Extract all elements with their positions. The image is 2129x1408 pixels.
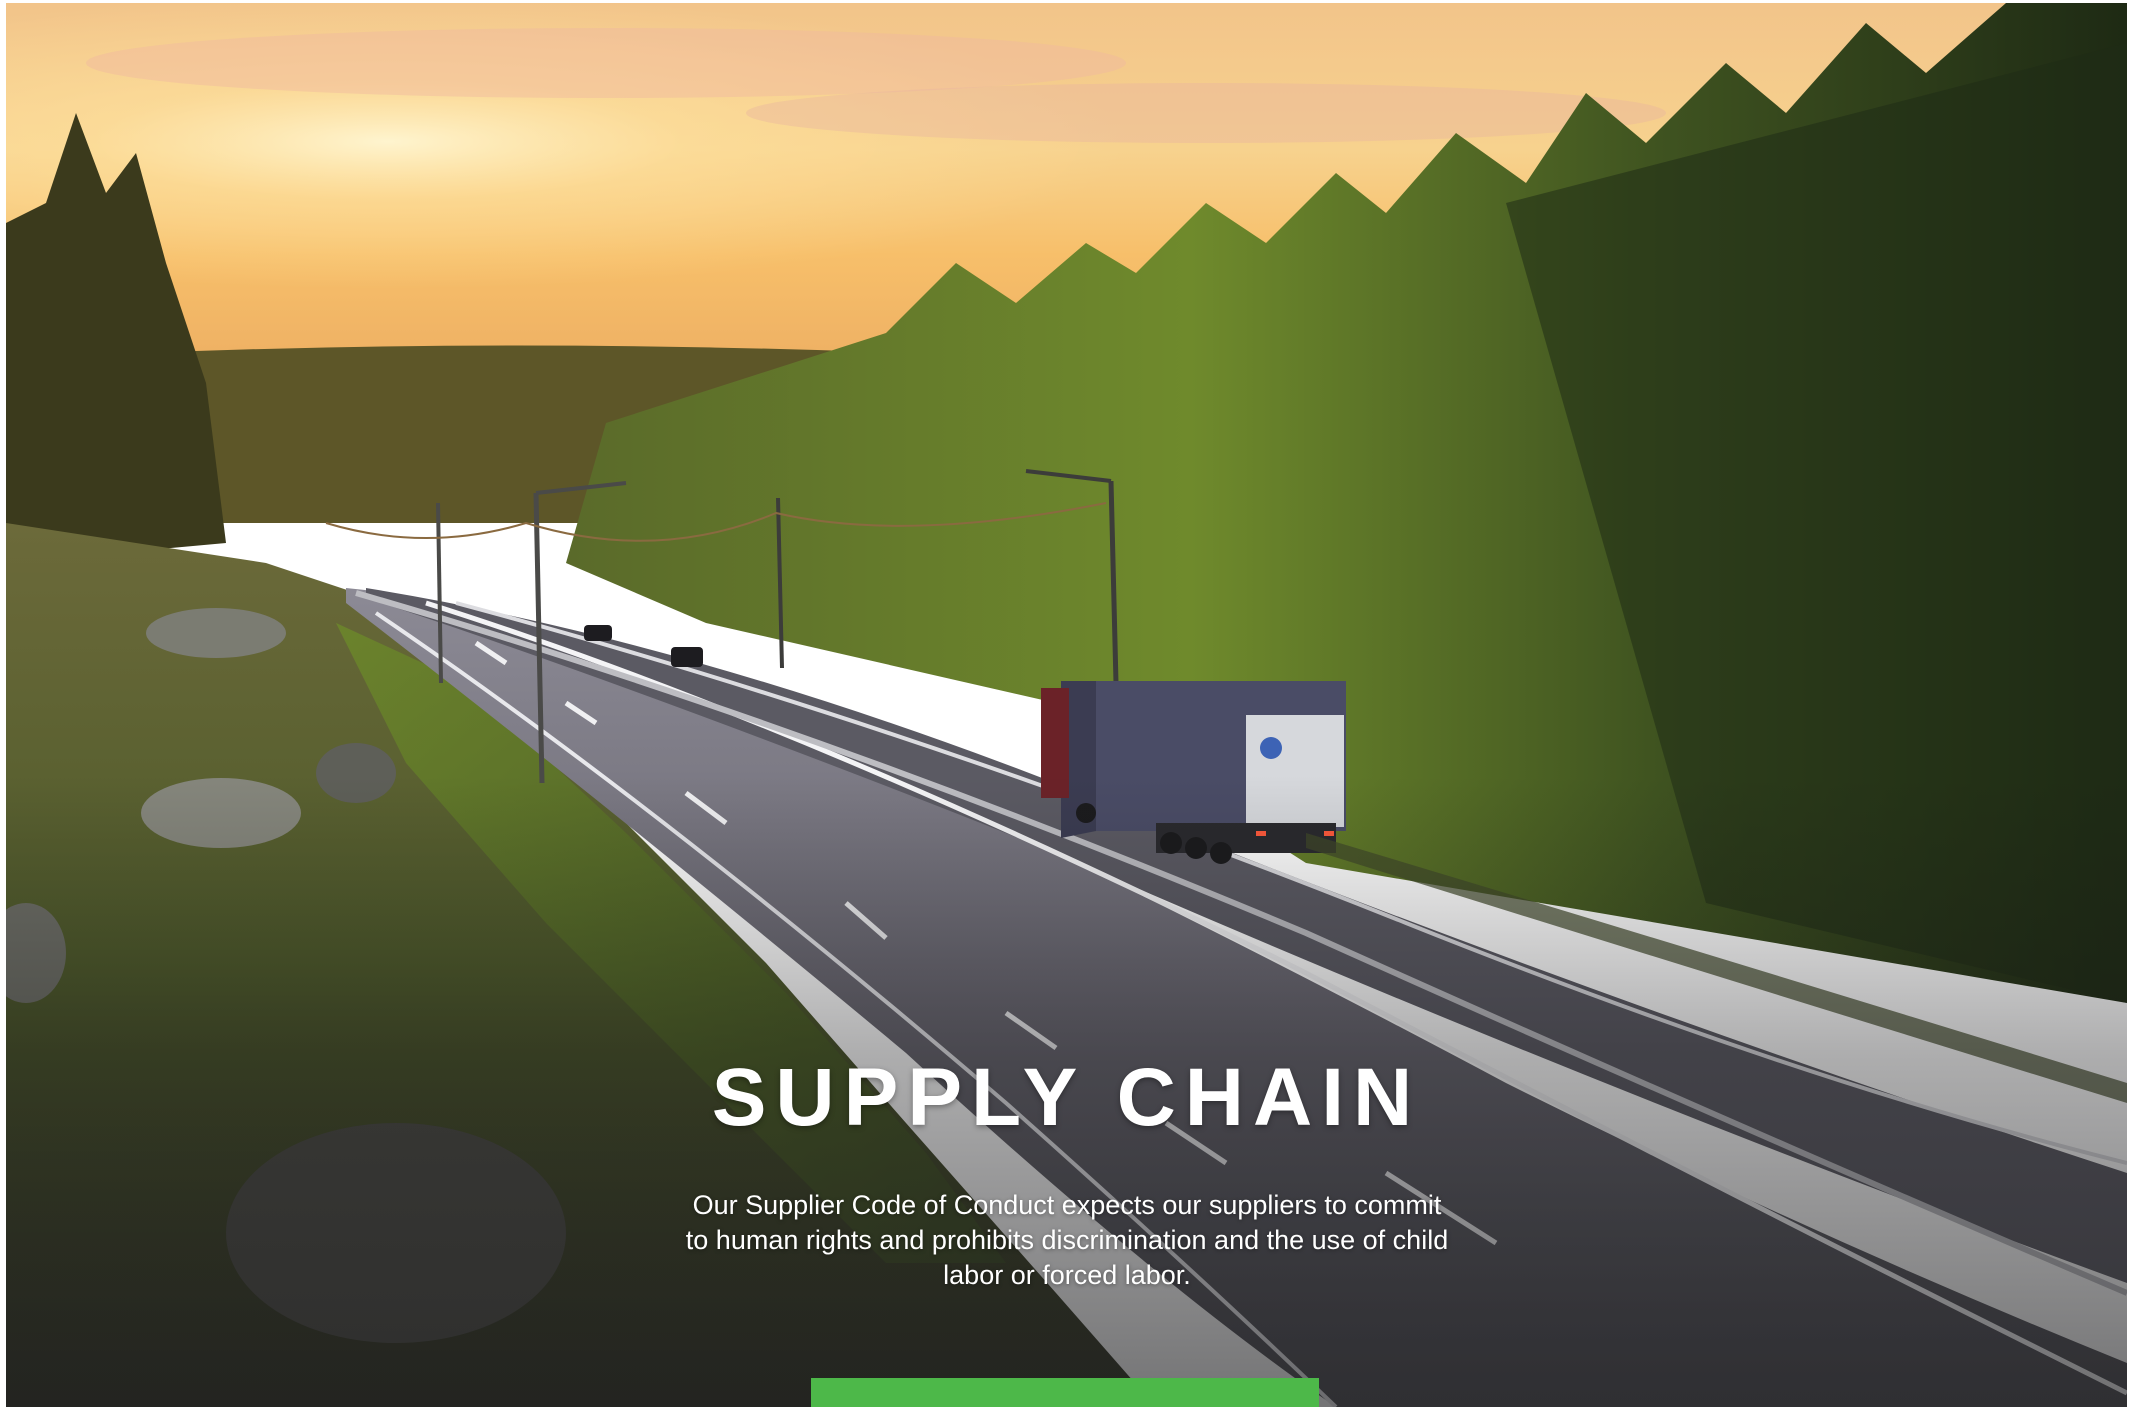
hero-title: SUPPLY CHAIN (711, 1052, 1422, 1143)
hero-banner: SUPPLY CHAIN Our Supplier Code of Conduc… (6, 3, 2127, 1407)
hero-cta-button[interactable] (811, 1378, 1319, 1407)
hero-description: Our Supplier Code of Conduct expects our… (685, 1190, 1449, 1290)
